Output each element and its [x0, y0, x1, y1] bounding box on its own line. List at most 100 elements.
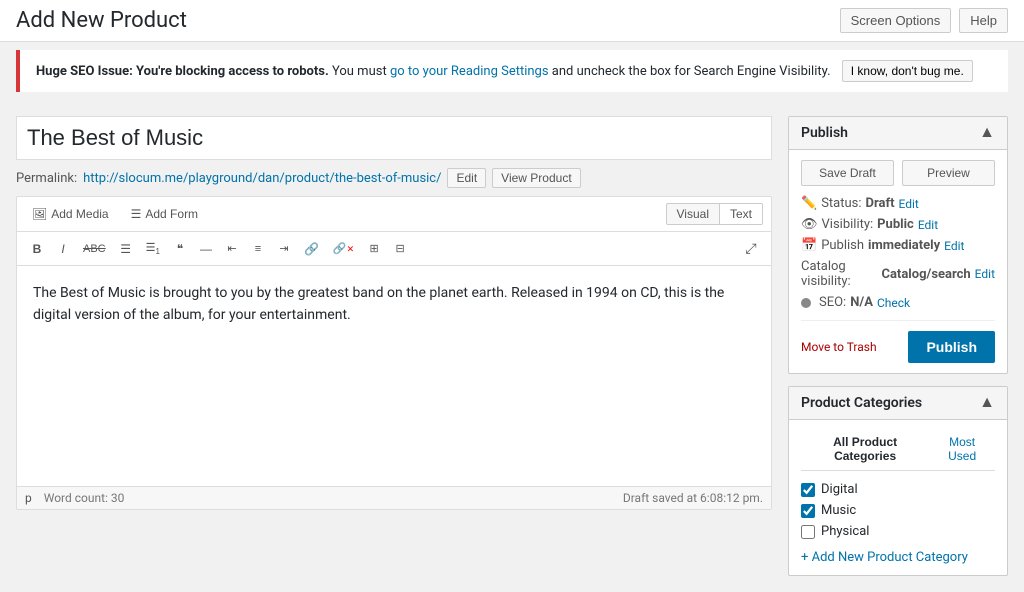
seo-check-link[interactable]: Check — [877, 296, 910, 310]
status-row: ✏️ Status: Draft Edit — [801, 196, 995, 211]
draft-saved: Draft saved at 6:08:12 pm. — [623, 491, 763, 505]
publish-panel-body: Save Draft Preview ✏️ Status: Draft Edit… — [789, 150, 1007, 373]
seo-notice-after: and uncheck the box for Search Engine Vi… — [552, 64, 831, 79]
status-edit-link[interactable]: Edit — [899, 197, 919, 211]
seo-row: SEO: N/A Check — [801, 295, 995, 310]
category-list: Digital Music Physical — [801, 479, 995, 542]
visibility-label: Visibility: — [822, 217, 874, 232]
visual-tab[interactable]: Visual — [666, 203, 720, 225]
add-media-button[interactable]: 🖼 Add Media — [25, 203, 116, 225]
sidebar: Publish ▲ Save Draft Preview ✏️ Status: … — [788, 116, 1008, 576]
align-center-button[interactable]: ≡ — [246, 239, 270, 259]
status-value: Draft — [866, 196, 895, 211]
view-product-button[interactable]: View Product — [492, 168, 580, 188]
catalog-edit-link[interactable]: Edit — [975, 267, 995, 281]
add-form-button[interactable]: ☰ Add Form — [124, 203, 205, 225]
hr-button[interactable]: — — [194, 238, 218, 260]
seo-dismiss-button[interactable]: I know, don't bug me. — [842, 60, 973, 82]
product-title-input[interactable] — [16, 116, 772, 160]
add-category-link[interactable]: + Add New Product Category — [801, 550, 995, 565]
editor-toolbar-top: 🖼 Add Media ☰ Add Form Visual Text — [17, 197, 771, 232]
insert-table-button[interactable]: ⊞ — [362, 238, 386, 259]
editor-box: 🖼 Add Media ☰ Add Form Visual Text B I A… — [16, 196, 772, 510]
strikethrough-button[interactable]: ABC — [77, 239, 112, 259]
insert-link-button[interactable]: 🔗 — [298, 238, 325, 260]
table-options-button[interactable]: ⊟ — [388, 238, 412, 259]
format-toolbar: B I ABC ☰ ☰1 ❝ — ⇤ ≡ ⇥ 🔗 🔗✕ ⊞ ⊟ ⤢ — [17, 232, 771, 266]
remove-link-button[interactable]: 🔗✕ — [327, 238, 360, 259]
status-label: Status: — [821, 196, 861, 211]
view-tabs: Visual Text — [666, 203, 763, 225]
publish-time-row: 📅 Publish immediately Edit — [801, 238, 995, 253]
italic-button[interactable]: I — [51, 238, 75, 260]
category-checkbox-physical[interactable] — [801, 525, 815, 539]
categories-panel-header: Product Categories ▲ — [789, 387, 1007, 420]
publish-label: Publish — [821, 238, 864, 253]
help-button[interactable]: Help — [959, 8, 1008, 33]
seo-dot-icon — [801, 298, 811, 308]
content-area: Permalink: http://slocum.me/playground/d… — [16, 116, 772, 510]
bold-button[interactable]: B — [25, 238, 49, 260]
align-left-button[interactable]: ⇤ — [220, 238, 244, 259]
word-count: Word count: 30 — [44, 491, 125, 505]
unordered-list-button[interactable]: ☰ — [114, 238, 138, 260]
publish-panel-title: Publish — [801, 125, 848, 141]
blockquote-button[interactable]: ❝ — [168, 238, 192, 260]
seo-notice-bold: Huge SEO Issue: You're blocking access t… — [36, 64, 329, 79]
publish-panel-toggle[interactable]: ▲ — [979, 125, 995, 141]
ordered-list-button[interactable]: ☰1 — [140, 237, 166, 260]
align-right-button[interactable]: ⇥ — [272, 238, 296, 259]
visibility-value: Public — [877, 217, 914, 232]
visibility-edit-link[interactable]: Edit — [918, 218, 938, 232]
expand-editor-button[interactable]: ⤢ — [739, 236, 763, 261]
pencil-icon: ✏️ — [801, 196, 817, 211]
media-icon: 🖼 — [32, 207, 47, 221]
page-header: Add New Product Screen Options Help — [0, 0, 1024, 42]
cat-tabs: All Product Categories Most Used — [801, 430, 995, 471]
eye-icon: 👁 — [801, 217, 818, 232]
editor-text: The Best of Music is brought to you by t… — [33, 282, 755, 327]
category-checkbox-music[interactable] — [801, 504, 815, 518]
cat-tab-all[interactable]: All Product Categories — [801, 430, 929, 470]
publish-buttons: Save Draft Preview — [801, 160, 995, 186]
catalog-value: Catalog/search — [881, 267, 970, 282]
publish-value: immediately — [868, 238, 940, 253]
seo-value: N/A — [850, 295, 873, 310]
permalink-edit-button[interactable]: Edit — [447, 168, 486, 188]
header-buttons: Screen Options Help — [840, 8, 1008, 33]
permalink-label: Permalink: — [16, 171, 77, 186]
preview-button[interactable]: Preview — [902, 160, 995, 186]
editor-footer-left: p Word count: 30 — [25, 491, 124, 505]
path-indicator: p — [25, 491, 32, 505]
publish-panel: Publish ▲ Save Draft Preview ✏️ Status: … — [788, 116, 1008, 374]
seo-notice-link[interactable]: go to your Reading Settings — [390, 64, 549, 79]
permalink-url[interactable]: http://slocum.me/playground/dan/product/… — [83, 171, 441, 186]
text-tab[interactable]: Text — [720, 203, 763, 225]
seo-notice: Huge SEO Issue: You're blocking access t… — [16, 50, 1008, 92]
calendar-icon: 📅 — [801, 238, 817, 253]
cat-tab-most-used[interactable]: Most Used — [929, 430, 995, 470]
category-label-physical: Physical — [821, 524, 869, 539]
visibility-row: 👁 Visibility: Public Edit — [801, 217, 995, 232]
list-item: Physical — [801, 521, 995, 542]
page-title: Add New Product — [16, 8, 187, 33]
category-checkbox-digital[interactable] — [801, 483, 815, 497]
publish-button[interactable]: Publish — [908, 331, 995, 363]
publish-panel-header: Publish ▲ — [789, 117, 1007, 150]
publish-footer: Move to Trash Publish — [801, 320, 995, 363]
publish-edit-link[interactable]: Edit — [944, 239, 964, 253]
seo-notice-text: You must — [332, 64, 390, 79]
categories-panel-toggle[interactable]: ▲ — [979, 395, 995, 411]
editor-content[interactable]: The Best of Music is brought to you by t… — [17, 266, 771, 486]
list-item: Digital — [801, 479, 995, 500]
catalog-row: Catalog visibility: Catalog/search Edit — [801, 259, 995, 289]
form-icon: ☰ — [131, 207, 142, 221]
seo-label: SEO: — [819, 295, 846, 310]
trash-link[interactable]: Move to Trash — [801, 340, 877, 354]
category-label-music: Music — [821, 503, 856, 518]
list-item: Music — [801, 500, 995, 521]
screen-options-button[interactable]: Screen Options — [840, 8, 952, 33]
category-label-digital: Digital — [821, 482, 858, 497]
editor-footer: p Word count: 30 Draft saved at 6:08:12 … — [17, 486, 771, 509]
save-draft-button[interactable]: Save Draft — [801, 160, 894, 186]
